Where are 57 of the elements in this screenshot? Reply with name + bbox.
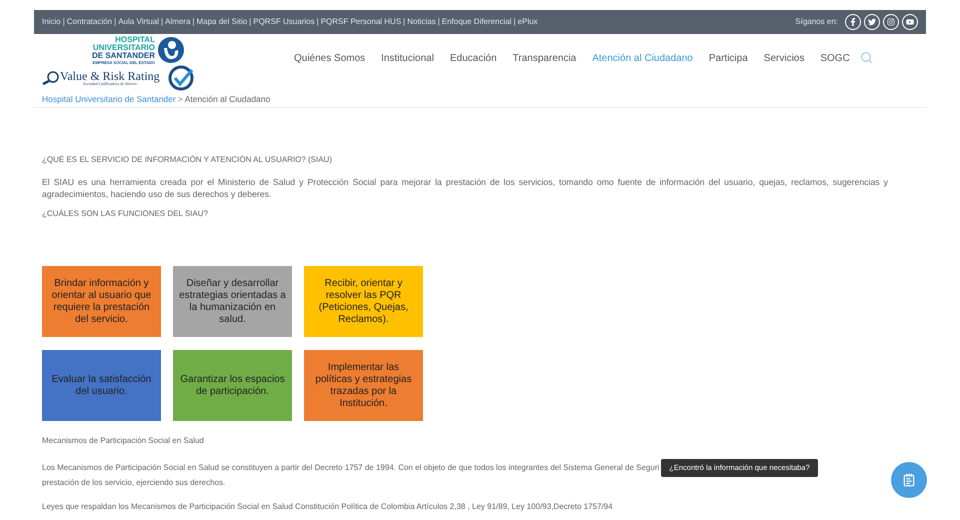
nav-item[interactable]: SOGC bbox=[820, 51, 850, 66]
section-heading: Mecanismos de Participación Social en Salud bbox=[42, 435, 205, 447]
top-link[interactable]: ePlux bbox=[518, 16, 538, 28]
top-link[interactable]: Inicio bbox=[42, 16, 61, 28]
nav-item[interactable]: Institucional bbox=[381, 51, 434, 66]
nav-item[interactable]: Educación bbox=[450, 51, 497, 66]
separator: | bbox=[160, 16, 164, 28]
paragraph-line: prestación de los servicio, ejerciendo sus derechos. bbox=[42, 477, 226, 489]
check-badge-icon bbox=[168, 65, 194, 91]
function-card: Evaluar la satisfacción del usuario. bbox=[42, 350, 161, 421]
section-heading: ¿CUÁLES SON LAS FUNCIONES DEL SIAU? bbox=[42, 208, 209, 220]
function-card: Garantizar los espacios de participación. bbox=[173, 350, 292, 421]
nav-item[interactable]: Quiénes Somos bbox=[294, 51, 366, 66]
top-link[interactable]: Almera bbox=[165, 16, 190, 28]
paragraph: El SIAU es una herramienta creada por el Ministerio de Salud y Protección Social para mejorar la prestación de los servicios, tomando omo fuente de información del usuario, quejas, reclamos, sugerencias y agradecimientos, haciendo uso de sus derechos y deberes. bbox=[42, 176, 889, 200]
instagram-icon[interactable] bbox=[883, 14, 899, 30]
top-link[interactable]: PQRSF Personal HUS bbox=[320, 16, 402, 28]
nav-item[interactable]: Participa bbox=[708, 51, 748, 66]
rating-logo-text: Value & Risk Rating bbox=[60, 70, 160, 82]
separator: | bbox=[248, 16, 252, 28]
magnifier-icon bbox=[42, 71, 60, 85]
nav-item[interactable]: Transparencia bbox=[512, 51, 576, 66]
logo-text: DE SANTANDER bbox=[92, 52, 155, 60]
top-link[interactable]: Noticias bbox=[407, 16, 436, 28]
logo-text: HOSPITAL bbox=[115, 36, 155, 44]
breadcrumb-link[interactable]: Hospital Universitario de Santander bbox=[42, 94, 176, 104]
nav-item[interactable]: Atención al Ciudadano bbox=[592, 51, 693, 66]
separator: | bbox=[402, 16, 406, 28]
separator: | bbox=[62, 16, 66, 28]
top-link[interactable]: Aula Virtual bbox=[118, 16, 159, 28]
separator: | bbox=[436, 16, 441, 28]
top-link[interactable]: Mapa del Sitio bbox=[196, 16, 248, 28]
section-heading: ¿QUÉ ES EL SERVICIO DE INFORMACIÓN Y ATENCIÓN AL USUARIO? (SIAU) bbox=[42, 154, 333, 166]
logo-text: UNIVERSITARIO bbox=[92, 44, 155, 52]
function-card: Brindar información y orientar al usuario que requiere la prestación del servicio. bbox=[42, 266, 161, 337]
separator: | bbox=[512, 16, 517, 28]
youtube-icon[interactable] bbox=[902, 14, 918, 30]
paragraph: Leyes que respaldan los Mecanismos de Participación Social en Salud Constitución Política de Colombia Artículos 2,38 , Ley 91/89, Ley 100/93,Decreto 1757/94 bbox=[42, 501, 614, 513]
hospital-logo-icon bbox=[156, 36, 185, 64]
top-link[interactable]: Enfoque Diferencial bbox=[442, 16, 512, 28]
breadcrumb-current: Atención al Ciudadano bbox=[184, 94, 270, 104]
separator: | bbox=[191, 16, 196, 28]
feedback-button[interactable] bbox=[891, 462, 927, 498]
breadcrumb-separator: > bbox=[176, 94, 184, 104]
notepad-icon bbox=[902, 473, 916, 487]
separator: | bbox=[316, 16, 320, 28]
follow-label: Síganos en: bbox=[795, 16, 838, 28]
top-link[interactable]: PQRSF Usuarios bbox=[253, 16, 315, 28]
function-card: Recibir, orientar y resolver las PQR (Peticiones, Quejas, Reclamos). bbox=[304, 266, 423, 337]
twitter-icon[interactable] bbox=[864, 14, 880, 30]
facebook-icon[interactable] bbox=[845, 14, 861, 30]
function-card: Implementar las políticas y estrategias trazadas por la Institución. bbox=[304, 350, 423, 421]
separator: | bbox=[113, 16, 118, 28]
paragraph-line: Los Mecanismos de Participación Social en Salud se constituyen a partir del Decreto 1757 de 1994. Con el objeto de que todos los integrantes del Sistema General de Seguri bbox=[42, 462, 660, 474]
function-card: Diseñar y desarrollar estrategias orientadas a la humanización en salud. bbox=[173, 266, 292, 337]
nav-item[interactable]: Servicios bbox=[764, 51, 804, 66]
top-link[interactable]: Contratación bbox=[66, 16, 112, 28]
